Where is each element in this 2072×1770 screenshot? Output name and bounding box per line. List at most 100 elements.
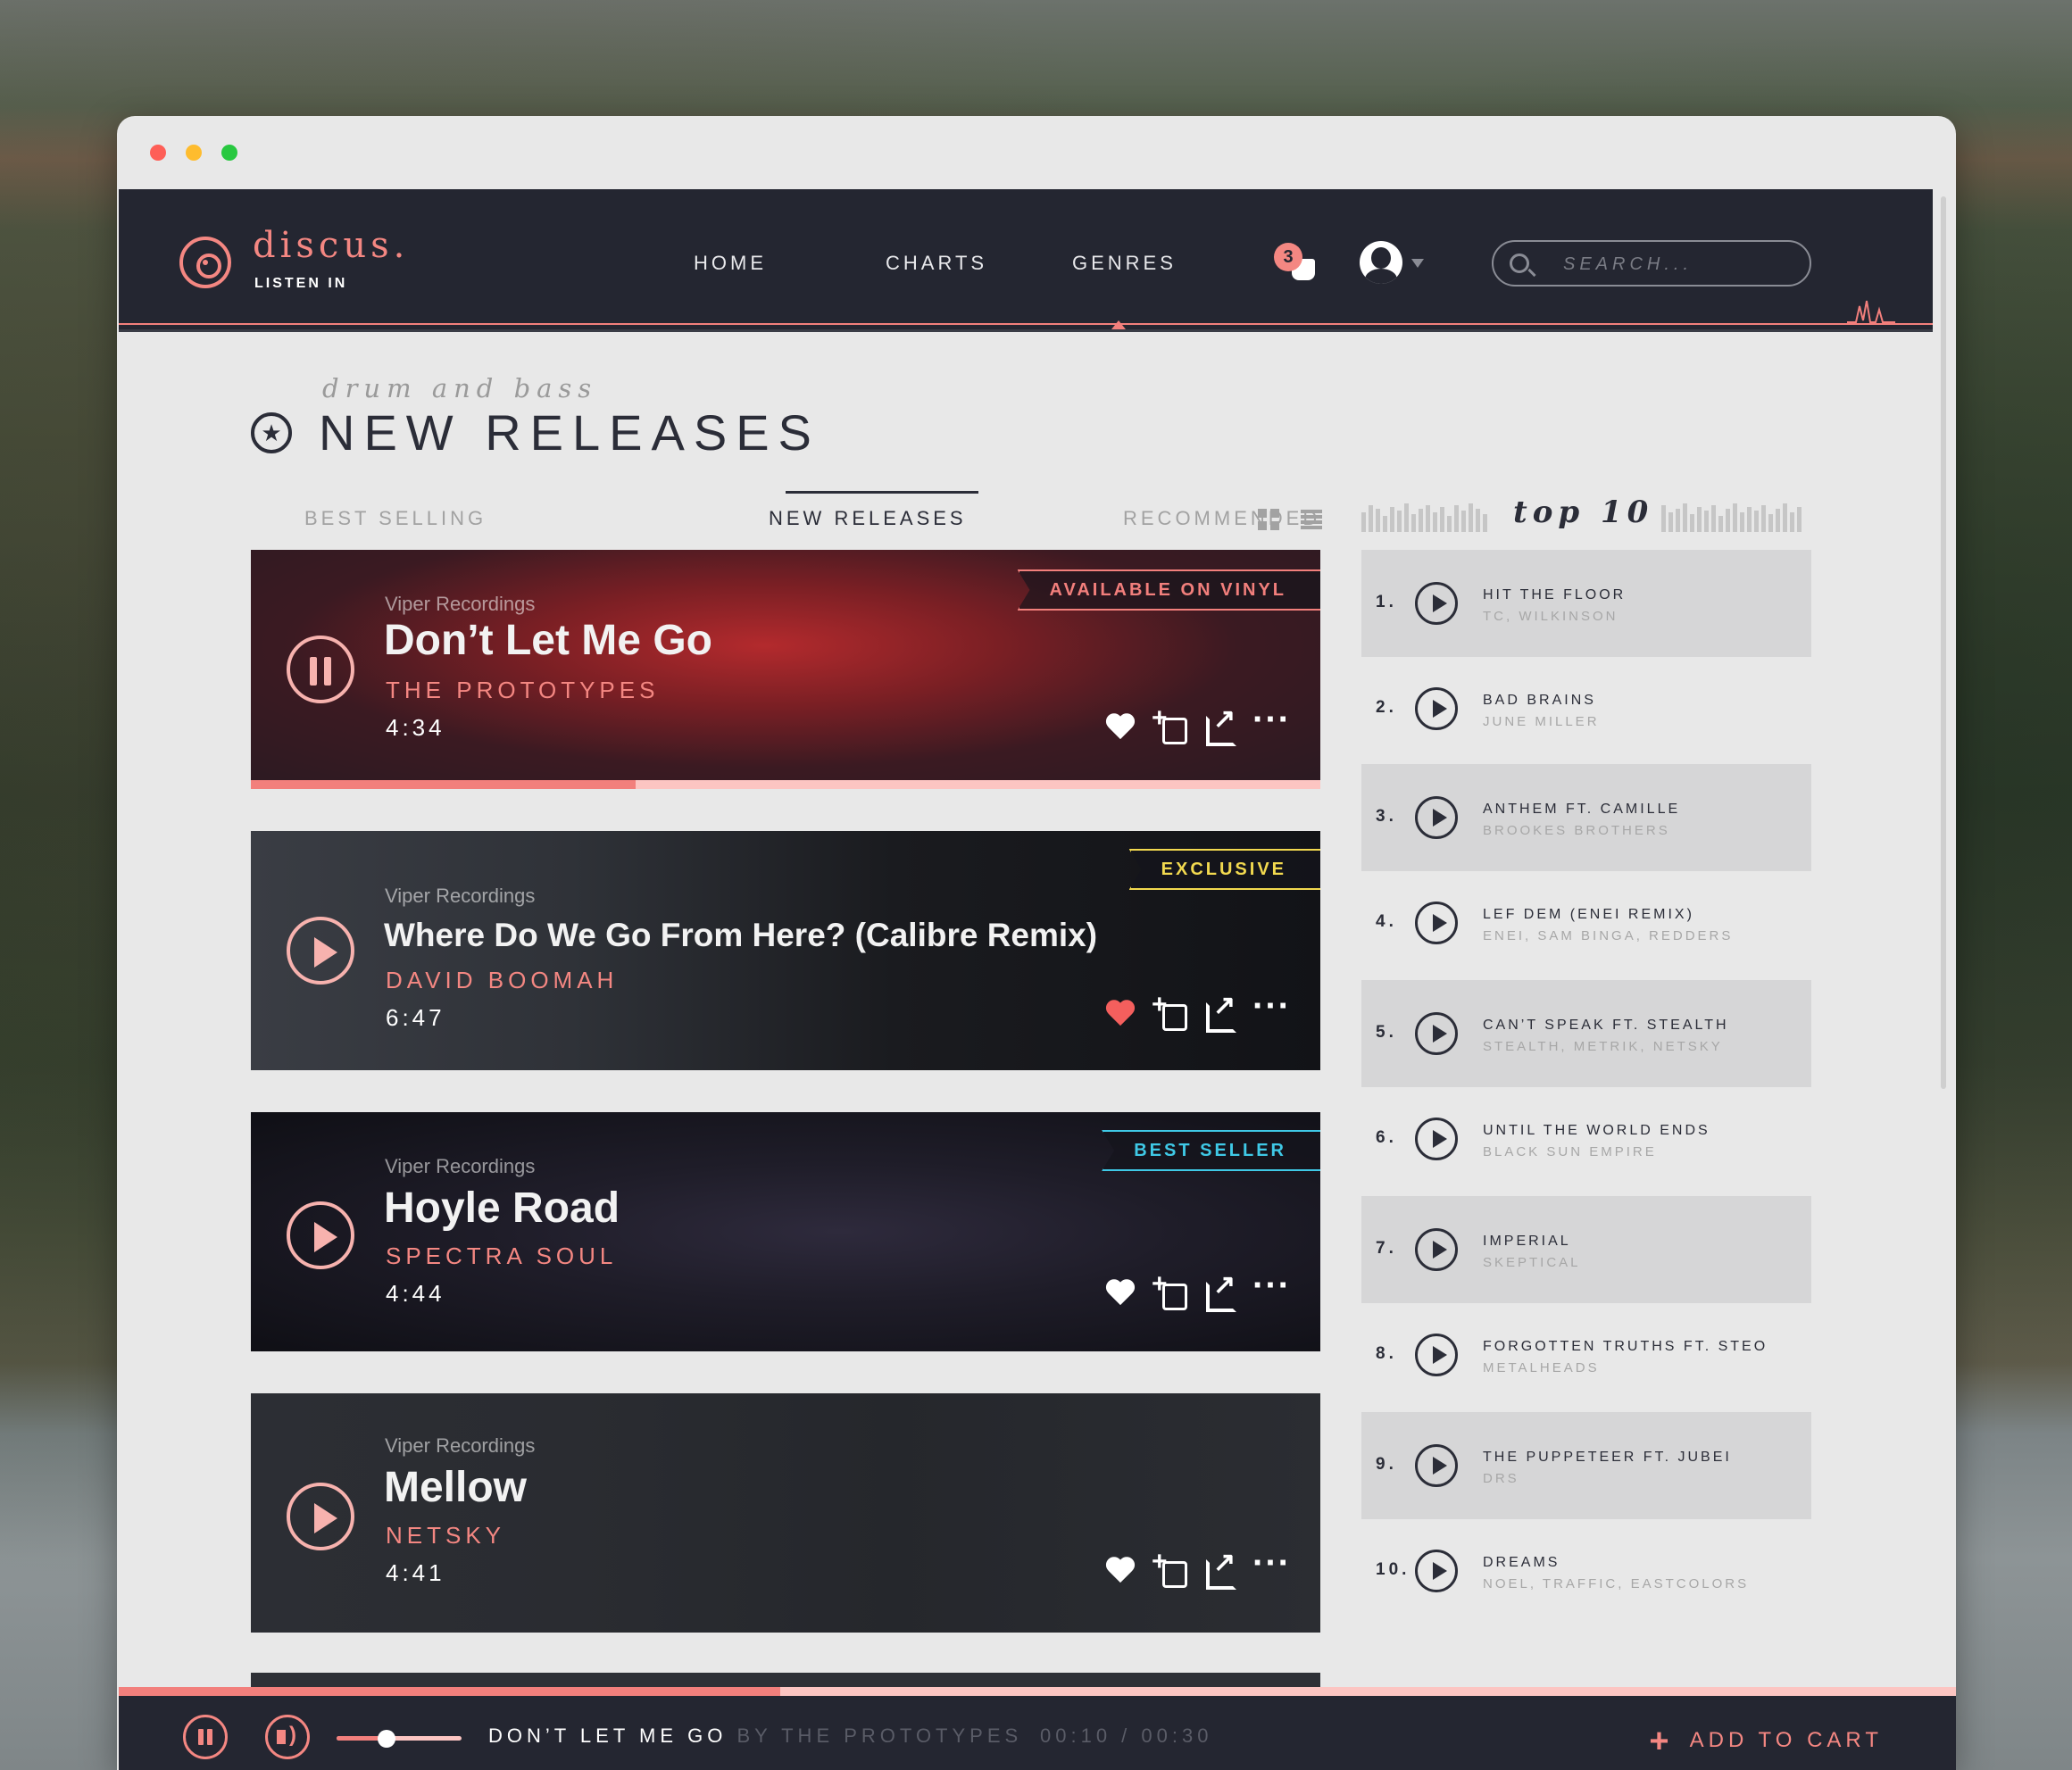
top10-artist[interactable]: ENEI, SAM BINGA, REDDERS	[1483, 928, 1733, 943]
artist-name[interactable]: THE PROTOTYPES	[386, 677, 659, 704]
top10-artist[interactable]: NOEL, TRAFFIC, EASTCOLORS	[1483, 1576, 1749, 1591]
minimize-window-button[interactable]	[186, 145, 202, 161]
like-heart-icon[interactable]	[1104, 1554, 1136, 1586]
player-progress-bar[interactable]	[119, 1687, 1956, 1696]
top10-track-title[interactable]: CAN’T SPEAK FT. STEALTH	[1483, 1018, 1729, 1034]
add-to-playlist-icon[interactable]	[1152, 1547, 1187, 1588]
song-title[interactable]: Don’t Let Me Go	[384, 616, 712, 665]
top10-track-title[interactable]: FORGOTTEN TRUTHS FT. STEO	[1483, 1339, 1768, 1355]
add-to-playlist-icon[interactable]	[1152, 1269, 1187, 1310]
artist-name[interactable]: NETSKY	[386, 1522, 505, 1550]
share-icon[interactable]	[1204, 1269, 1236, 1312]
play-circle-icon[interactable]	[1415, 687, 1458, 730]
add-to-playlist-icon[interactable]	[1152, 990, 1187, 1031]
add-to-cart-button[interactable]: + ADD TO CART	[1649, 1723, 1883, 1761]
song-title[interactable]: Mellow	[384, 1463, 527, 1512]
top10-item[interactable]: 4. LEF DEM (ENEI REMIX) ENEI, SAM BINGA,…	[1361, 869, 1811, 976]
notifications-button[interactable]: 3	[1274, 243, 1319, 287]
top10-artist[interactable]: DRS	[1483, 1471, 1519, 1486]
top10-artist[interactable]: BLACK SUN EMPIRE	[1483, 1144, 1657, 1159]
play-button[interactable]	[287, 917, 354, 985]
track-progress-bar[interactable]	[251, 780, 1320, 789]
top10-track-title[interactable]: LEF DEM (ENEI REMIX)	[1483, 907, 1694, 923]
share-icon[interactable]	[1204, 990, 1236, 1033]
vinyl-logo-icon[interactable]	[179, 237, 231, 288]
nav-genres[interactable]: GENRES	[1072, 252, 1177, 275]
top10-artist[interactable]: JUNE MILLER	[1483, 714, 1600, 729]
top10-item[interactable]: 8. FORGOTTEN TRUTHS FT. STEO METALHEADS	[1361, 1301, 1811, 1409]
release-card[interactable]: Viper Recordings Where Do We Go From Her…	[251, 831, 1320, 1070]
play-circle-icon[interactable]	[1415, 582, 1458, 625]
like-heart-icon[interactable]	[1104, 1276, 1136, 1309]
search-input[interactable]	[1563, 252, 1795, 277]
add-to-playlist-icon[interactable]	[1152, 703, 1187, 744]
play-circle-icon[interactable]	[1415, 1012, 1458, 1055]
nav-home[interactable]: HOME	[694, 252, 767, 275]
list-view-icon[interactable]	[1301, 510, 1322, 529]
volume-knob[interactable]	[378, 1730, 395, 1748]
top10-track-title[interactable]: HIT THE FLOOR	[1483, 587, 1626, 603]
share-icon[interactable]	[1204, 703, 1236, 746]
volume-icon[interactable]	[265, 1715, 310, 1759]
top10-item[interactable]: 3. ANTHEM FT. CAMILLE BROOKES BROTHERS	[1361, 764, 1811, 871]
tab-recommended[interactable]: RECOMMENDED	[1123, 507, 1320, 530]
top10-artist[interactable]: BROOKES BROTHERS	[1483, 823, 1670, 838]
top10-item[interactable]: 5. CAN’T SPEAK FT. STEALTH STEALTH, METR…	[1361, 980, 1811, 1087]
more-options-icon[interactable]: ···	[1252, 702, 1290, 743]
more-options-icon[interactable]: ···	[1252, 988, 1290, 1029]
play-circle-icon[interactable]	[1415, 1550, 1458, 1592]
chevron-down-icon[interactable]	[1411, 259, 1424, 268]
play-circle-icon[interactable]	[1415, 1228, 1458, 1271]
top10-artist[interactable]: SKEPTICAL	[1483, 1255, 1581, 1270]
tab-best-selling[interactable]: BEST SELLING	[304, 507, 487, 530]
now-playing-track[interactable]: DON’T LET ME GO	[488, 1724, 727, 1747]
like-heart-icon[interactable]	[1104, 997, 1136, 1029]
top10-item[interactable]: 9. THE PUPPETEER FT. JUBEI DRS	[1361, 1412, 1811, 1519]
volume-slider[interactable]	[337, 1730, 462, 1748]
top10-track-title[interactable]: BAD BRAINS	[1483, 693, 1596, 709]
brand-name[interactable]: discus.	[253, 225, 409, 266]
release-card[interactable]: Viper Recordings Don’t Let Me Go THE PRO…	[251, 550, 1320, 789]
like-heart-icon[interactable]	[1104, 710, 1136, 743]
song-title[interactable]: Where Do We Go From Here? (Calibre Remix…	[384, 917, 1097, 954]
top10-track-title[interactable]: ANTHEM FT. CAMILLE	[1483, 802, 1680, 818]
artist-name[interactable]: SPECTRA SOUL	[386, 1242, 617, 1270]
top10-artist[interactable]: TC, WILKINSON	[1483, 609, 1618, 624]
play-circle-icon[interactable]	[1415, 1118, 1458, 1160]
top10-artist[interactable]: STEALTH, METRIK, NETSKY	[1483, 1039, 1723, 1054]
release-card[interactable]: Viper Recordings Mellow NETSKY 4:41 ···	[251, 1393, 1320, 1633]
tab-new-releases[interactable]: NEW RELEASES	[769, 507, 967, 530]
top10-item[interactable]: 6. UNTIL THE WORLD ENDS BLACK SUN EMPIRE	[1361, 1085, 1811, 1192]
play-circle-icon[interactable]	[1415, 1444, 1458, 1487]
pause-button[interactable]	[287, 636, 354, 703]
maximize-window-button[interactable]	[221, 145, 237, 161]
user-avatar[interactable]	[1360, 241, 1402, 284]
close-window-button[interactable]	[150, 145, 166, 161]
top10-track-title[interactable]: THE PUPPETEER FT. JUBEI	[1483, 1450, 1732, 1466]
grid-view-icon[interactable]	[1258, 509, 1279, 530]
search-icon[interactable]	[1510, 253, 1529, 273]
play-button[interactable]	[287, 1483, 354, 1550]
song-title[interactable]: Hoyle Road	[384, 1184, 620, 1233]
top10-track-title[interactable]: UNTIL THE WORLD ENDS	[1483, 1123, 1710, 1139]
top10-track-title[interactable]: DREAMS	[1483, 1555, 1560, 1571]
top10-item[interactable]: 10. DREAMS NOEL, TRAFFIC, EASTCOLORS	[1361, 1517, 1811, 1625]
artist-name[interactable]: DAVID BOOMAH	[386, 967, 618, 994]
top10-artist[interactable]: METALHEADS	[1483, 1360, 1600, 1375]
play-circle-icon[interactable]	[1415, 1334, 1458, 1376]
play-circle-icon[interactable]	[1415, 796, 1458, 839]
top10-item[interactable]: 1. HIT THE FLOOR TC, WILKINSON	[1361, 550, 1811, 657]
top10-item[interactable]: 7. IMPERIAL SKEPTICAL	[1361, 1196, 1811, 1303]
play-button[interactable]	[287, 1201, 354, 1269]
player-pause-button[interactable]	[183, 1715, 228, 1759]
more-options-icon[interactable]: ···	[1252, 1545, 1290, 1586]
scrollbar-thumb[interactable]	[1941, 196, 1946, 1089]
scrollbar[interactable]	[1938, 196, 1949, 1089]
top10-item[interactable]: 2. BAD BRAINS JUNE MILLER	[1361, 655, 1811, 762]
play-circle-icon[interactable]	[1415, 902, 1458, 944]
now-playing-artist[interactable]: BY THE PROTOTYPES	[736, 1724, 1022, 1747]
nav-charts[interactable]: CHARTS	[886, 252, 987, 275]
top10-track-title[interactable]: IMPERIAL	[1483, 1234, 1571, 1250]
share-icon[interactable]	[1204, 1547, 1236, 1590]
release-card[interactable]: Viper Recordings Hoyle Road SPECTRA SOUL…	[251, 1112, 1320, 1351]
